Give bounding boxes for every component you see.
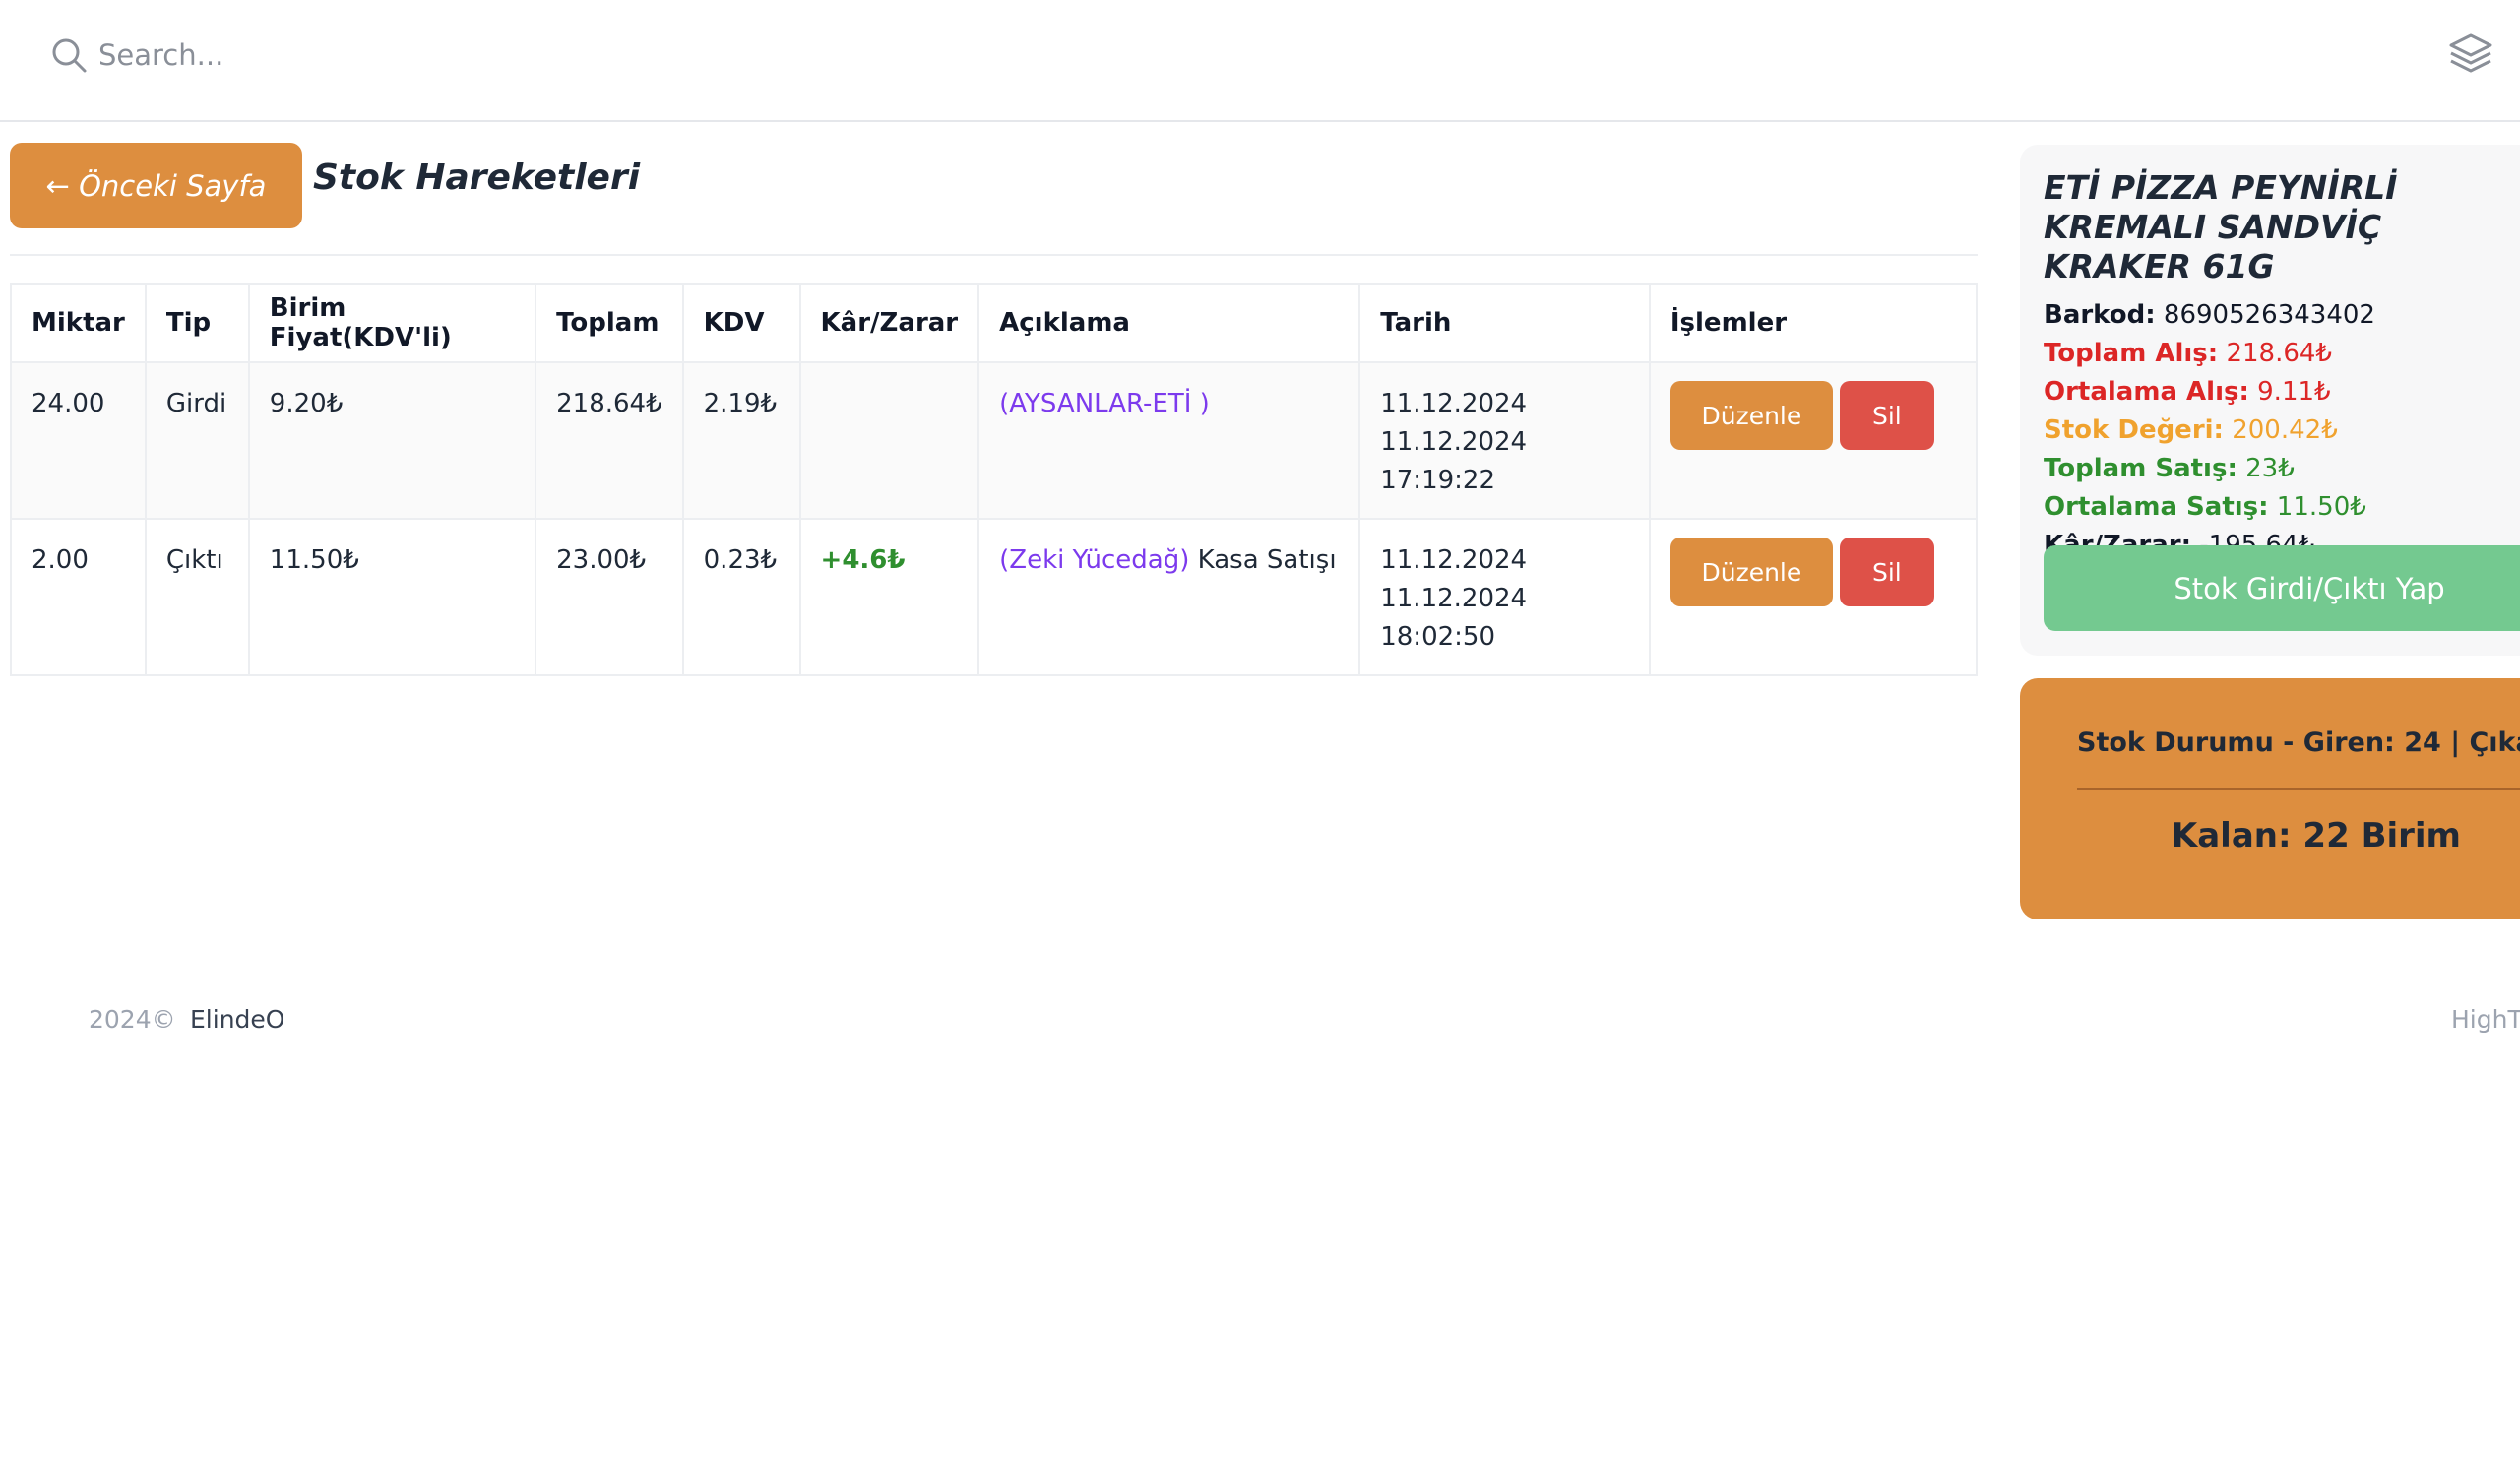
average-purchase-line: Ortalama Alış: 9.11₺ bbox=[2044, 373, 2520, 412]
kdv-cell: 0.23₺ bbox=[681, 518, 801, 676]
delete-button[interactable]: Sil bbox=[1839, 538, 1934, 606]
column-header: Kâr/Zarar bbox=[798, 283, 980, 363]
unit-price-cell: 11.50₺ bbox=[247, 518, 537, 676]
profit-cell: +4.6₺ bbox=[798, 518, 980, 676]
top-bar bbox=[0, 0, 2520, 122]
product-name: ETİ PİZZA PEYNİRLİ KREMALI SANDVİÇ KRAKE… bbox=[2044, 168, 2398, 285]
column-header: Miktar bbox=[10, 283, 147, 363]
total-sales-line: Toplam Satış: 23₺ bbox=[2044, 450, 2520, 488]
customer-link[interactable]: (Zeki Yücedağ) bbox=[999, 545, 1189, 575]
stock-status-line: Stok Durumu - Giren: 24 | Çıkan: 2 bbox=[2077, 728, 2520, 758]
profit-value: +4.6₺ bbox=[820, 545, 906, 575]
footer-right-text[interactable]: HighT bbox=[2451, 1005, 2520, 1034]
supplier-link[interactable]: (AYSANLAR-ETİ ) bbox=[999, 389, 1210, 418]
quantity-cell: 2.00 bbox=[10, 518, 147, 676]
total-cell: 23.00₺ bbox=[535, 518, 684, 676]
stock-movements-table: Miktar Tip Birim Fiyat(KDV'li) Toplam KD… bbox=[10, 283, 1979, 676]
column-header: Tarih bbox=[1358, 283, 1651, 363]
average-sales-label: Ortalama Satış: bbox=[2044, 492, 2269, 522]
type-cell: Girdi bbox=[144, 361, 250, 520]
divider bbox=[2077, 788, 2520, 790]
search-icon bbox=[52, 38, 87, 73]
table-row: 24.00 Girdi 9.20₺ 218.64₺ 2.19₺ (AYSANLA… bbox=[10, 361, 1979, 520]
stock-value-line: Stok Değeri: 200.42₺ bbox=[2044, 412, 2520, 450]
footer-year: 2024© bbox=[89, 1005, 176, 1034]
product-info: Barkod: 8690526343402 Toplam Alış: 218.6… bbox=[2044, 296, 2520, 565]
layers-icon[interactable] bbox=[2447, 30, 2494, 77]
stock-value-value: 200.42₺ bbox=[2232, 415, 2338, 445]
total-sales-label: Toplam Satış: bbox=[2044, 454, 2237, 483]
date-cell: 11.12.2024 11.12.2024 18:02:50 bbox=[1358, 518, 1651, 676]
profit-cell bbox=[798, 361, 980, 520]
column-header: Tip bbox=[144, 283, 250, 363]
total-cell: 218.64₺ bbox=[535, 361, 684, 520]
actions-cell: Düzenle Sil bbox=[1648, 361, 1979, 520]
date: 11.12.2024 bbox=[1380, 545, 1528, 575]
datetime: 11.12.2024 18:02:50 bbox=[1380, 584, 1528, 652]
actions-cell: Düzenle Sil bbox=[1648, 518, 1979, 676]
footer-brand-link[interactable]: ElindeO bbox=[190, 1005, 284, 1034]
search-input[interactable] bbox=[98, 28, 984, 83]
stock-in-out-button[interactable]: Stok Girdi/Çıktı Yap bbox=[2044, 545, 2520, 631]
delete-button[interactable]: Sil bbox=[1839, 381, 1934, 450]
column-header: KDV bbox=[681, 283, 801, 363]
table-header-row: Miktar Tip Birim Fiyat(KDV'li) Toplam KD… bbox=[10, 283, 1979, 363]
product-summary-card: ETİ PİZZA PEYNİRLİ KREMALI SANDVİÇ KRAKE… bbox=[2020, 145, 2520, 656]
stock-status-card: Stok Durumu - Giren: 24 | Çıkan: 2 Kalan… bbox=[2020, 678, 2520, 919]
table-row: 2.00 Çıktı 11.50₺ 23.00₺ 0.23₺ +4.6₺ (Ze… bbox=[10, 518, 1979, 676]
average-purchase-label: Ortalama Alış: bbox=[2044, 377, 2249, 407]
kdv-cell: 2.19₺ bbox=[681, 361, 801, 520]
barcode-label: Barkod: bbox=[2044, 300, 2156, 330]
previous-page-button[interactable]: ← Önceki Sayfa bbox=[10, 143, 302, 228]
average-sales-value: 11.50₺ bbox=[2276, 492, 2366, 522]
date-cell: 11.12.2024 11.12.2024 17:19:22 bbox=[1358, 361, 1651, 520]
page-title: Stok Hareketleri bbox=[313, 158, 641, 198]
column-header: Toplam bbox=[535, 283, 684, 363]
description-cell: (Zeki Yücedağ) Kasa Satışı bbox=[977, 518, 1361, 676]
description-text: Kasa Satışı bbox=[1189, 545, 1337, 575]
column-header: İşlemler bbox=[1648, 283, 1979, 363]
edit-button[interactable]: Düzenle bbox=[1670, 538, 1833, 606]
divider bbox=[10, 254, 1978, 256]
edit-button[interactable]: Düzenle bbox=[1670, 381, 1833, 450]
average-purchase-value: 9.11₺ bbox=[2257, 377, 2331, 407]
datetime: 11.12.2024 17:19:22 bbox=[1380, 427, 1528, 495]
previous-page-label: ← Önceki Sayfa bbox=[45, 168, 267, 203]
unit-price-cell: 9.20₺ bbox=[247, 361, 537, 520]
average-sales-line: Ortalama Satış: 11.50₺ bbox=[2044, 488, 2520, 527]
total-sales-value: 23₺ bbox=[2245, 454, 2295, 483]
barcode-line: Barkod: 8690526343402 bbox=[2044, 296, 2520, 335]
description-cell: (AYSANLAR-ETİ ) bbox=[977, 361, 1361, 520]
total-purchase-label: Toplam Alış: bbox=[2044, 339, 2219, 368]
total-purchase-line: Toplam Alış: 218.64₺ bbox=[2044, 335, 2520, 373]
type-cell: Çıktı bbox=[144, 518, 250, 676]
column-header: Açıklama bbox=[977, 283, 1361, 363]
column-header: Birim Fiyat(KDV'li) bbox=[247, 283, 537, 363]
date: 11.12.2024 bbox=[1380, 389, 1528, 418]
remaining-stock: Kalan: 22 Birim bbox=[2171, 816, 2461, 855]
stock-value-label: Stok Değeri: bbox=[2044, 415, 2224, 445]
total-purchase-value: 218.64₺ bbox=[2226, 339, 2332, 368]
barcode-value: 8690526343402 bbox=[2163, 300, 2375, 330]
quantity-cell: 24.00 bbox=[10, 361, 147, 520]
